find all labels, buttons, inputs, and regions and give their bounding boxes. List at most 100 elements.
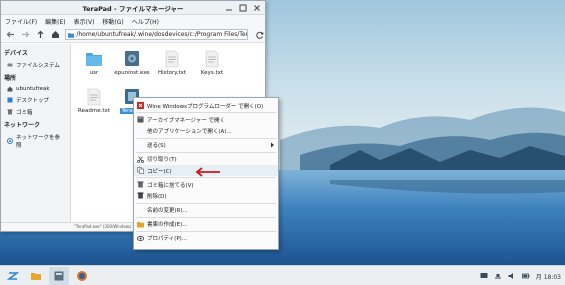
minimize-button[interactable]: [224, 3, 234, 13]
firefox-icon: [77, 270, 87, 281]
system-tray: 月 18:03: [480, 266, 561, 285]
folder-icon: [86, 53, 102, 66]
file-name: Keys.txt: [200, 70, 224, 76]
terapad-task-button[interactable]: [49, 266, 69, 285]
zorin-menu-icon: [7, 271, 19, 280]
folder-icon: [68, 32, 75, 38]
copy-icon: [137, 167, 144, 174]
properties-icon: [137, 236, 144, 241]
close-button[interactable]: [252, 3, 262, 13]
menu-item-rename[interactable]: 名前の変更(R)...: [134, 205, 278, 216]
maximize-button[interactable]: [238, 3, 248, 13]
path-bar[interactable]: /home/ubuntufreak/.wine/dosdevices/c:/Pr…: [65, 29, 248, 40]
menu-item-label: ゴミ箱に捨てる(V): [147, 182, 194, 189]
sidebar-item-label: ゴミ箱: [16, 110, 33, 116]
menu-item-open-archive[interactable]: アーカイブマネージャー で開く: [134, 114, 278, 125]
menu-help[interactable]: ヘルプ(H): [132, 17, 159, 26]
sidebar-item-label: デスクトップ: [16, 98, 50, 104]
text-file-icon: [205, 50, 219, 68]
menu-file[interactable]: ファイル(F): [5, 17, 37, 26]
menu-item-create-archive[interactable]: 書庫の作成(E)...: [134, 219, 278, 230]
menu-item-label: 他のアプリケーションで開く(A)...: [147, 128, 232, 135]
menu-separator: [136, 216, 276, 218]
menu-item-open-other[interactable]: 他のアプリケーションで開く(A)...: [134, 125, 278, 136]
text-file-icon: [87, 88, 101, 106]
close-icon: [254, 5, 260, 11]
archive-icon: [137, 116, 144, 123]
menu-item-label: プロパティ(P)...: [147, 236, 188, 243]
file-manager-launcher[interactable]: [26, 267, 46, 285]
file-item[interactable]: epuninst.exe: [112, 50, 152, 76]
desktop-icon: [7, 97, 13, 103]
sidebar-item-trash[interactable]: ゴミ箱: [1, 106, 70, 118]
menu-item-label: 削除(D): [147, 193, 167, 200]
menu-separator: [136, 151, 276, 153]
menu-item-label: 切り取り(T): [147, 157, 177, 164]
menu-item-move-to-trash[interactable]: ゴミ箱に捨てる(V): [134, 179, 278, 190]
delete-icon: [137, 192, 144, 199]
sidebar-item-network[interactable]: ネットワークを参照: [1, 131, 70, 151]
menu-item-cut[interactable]: 切り取り(T): [134, 154, 278, 165]
sidebar-item-label: ファイルシステム: [16, 63, 60, 69]
battery-icon[interactable]: [521, 272, 530, 280]
sidebar-item-label: ubuntufreak: [16, 86, 50, 92]
file-item[interactable]: Keys.txt: [192, 50, 232, 76]
file-item[interactable]: Readme.txt: [74, 88, 114, 114]
menu-separator: [136, 177, 276, 179]
up-arrow-icon: [37, 30, 43, 38]
sidebar-item-desktop[interactable]: デスクトップ: [1, 94, 70, 106]
sidebar-heading-places: 場所: [4, 75, 17, 82]
file-name: History.txt: [157, 70, 187, 76]
forward-button[interactable]: [20, 29, 30, 41]
minimize-icon: [226, 9, 232, 11]
menu-item-label: 送る(S): [147, 143, 166, 150]
up-button[interactable]: [35, 29, 45, 41]
monitor-icon[interactable]: [480, 272, 488, 280]
firefox-launcher[interactable]: [72, 267, 92, 285]
refresh-button[interactable]: [255, 29, 265, 40]
menu-separator: [136, 137, 276, 139]
file-name: usr: [89, 70, 99, 76]
trash-icon: [7, 109, 13, 115]
refresh-icon: [256, 31, 264, 39]
menu-item-send-to[interactable]: 送る(S): [134, 140, 278, 151]
home-icon: [7, 86, 13, 92]
home-button[interactable]: [50, 29, 60, 41]
menu-separator: [136, 112, 276, 114]
menu-view[interactable]: 表示(V): [74, 17, 95, 26]
exe-icon: [125, 51, 139, 66]
menu-item-open-wine[interactable]: Wine Windowsプログラムローダー で開く(O): [134, 100, 278, 111]
forward-arrow-icon: [21, 31, 29, 38]
drive-icon: [7, 63, 13, 67]
zorin-menu-button[interactable]: [3, 267, 23, 285]
taskbar: 月 18:03: [0, 265, 565, 285]
red-arrow-annotation-icon: [195, 167, 220, 177]
sidebar-item-home[interactable]: ubuntufreak: [1, 84, 70, 94]
taskbar-clock[interactable]: 月 18:03: [536, 272, 561, 281]
file-item[interactable]: usr: [74, 50, 114, 76]
menu-separator: [136, 230, 276, 232]
menu-item-delete[interactable]: 削除(D): [134, 190, 278, 201]
sidebar-item-label: ネットワークを参照: [16, 135, 61, 149]
menubar: ファイル(F) 編集(E) 表示(V) 移動(G) ヘルプ(H): [1, 15, 265, 27]
sidebar-item-filesystem[interactable]: ファイルシステム: [1, 59, 70, 71]
back-arrow-icon: [6, 31, 14, 38]
file-name: epuninst.exe: [114, 70, 150, 76]
file-item[interactable]: History.txt: [152, 50, 192, 76]
file-name: Readme.txt: [78, 108, 110, 114]
home-icon: [51, 31, 59, 38]
network-icon[interactable]: [494, 272, 502, 280]
menu-edit[interactable]: 編集(E): [45, 17, 65, 26]
sidebar-heading-network: ネットワーク: [4, 122, 41, 129]
text-file-icon: [165, 50, 179, 68]
menu-go[interactable]: 移動(G): [102, 17, 123, 26]
menu-item-properties[interactable]: プロパティ(P)...: [134, 233, 278, 244]
back-button[interactable]: [5, 29, 15, 41]
maximize-icon: [239, 4, 247, 12]
window-titlebar[interactable]: TeraPad - ファイルマネージャー: [1, 1, 265, 15]
volume-icon[interactable]: [508, 272, 516, 280]
sidebar-heading-devices: デバイス: [4, 50, 28, 57]
cut-icon: [137, 156, 144, 163]
menu-item-label: 書庫の作成(E)...: [147, 222, 188, 229]
chevron-right-icon: [271, 142, 274, 148]
